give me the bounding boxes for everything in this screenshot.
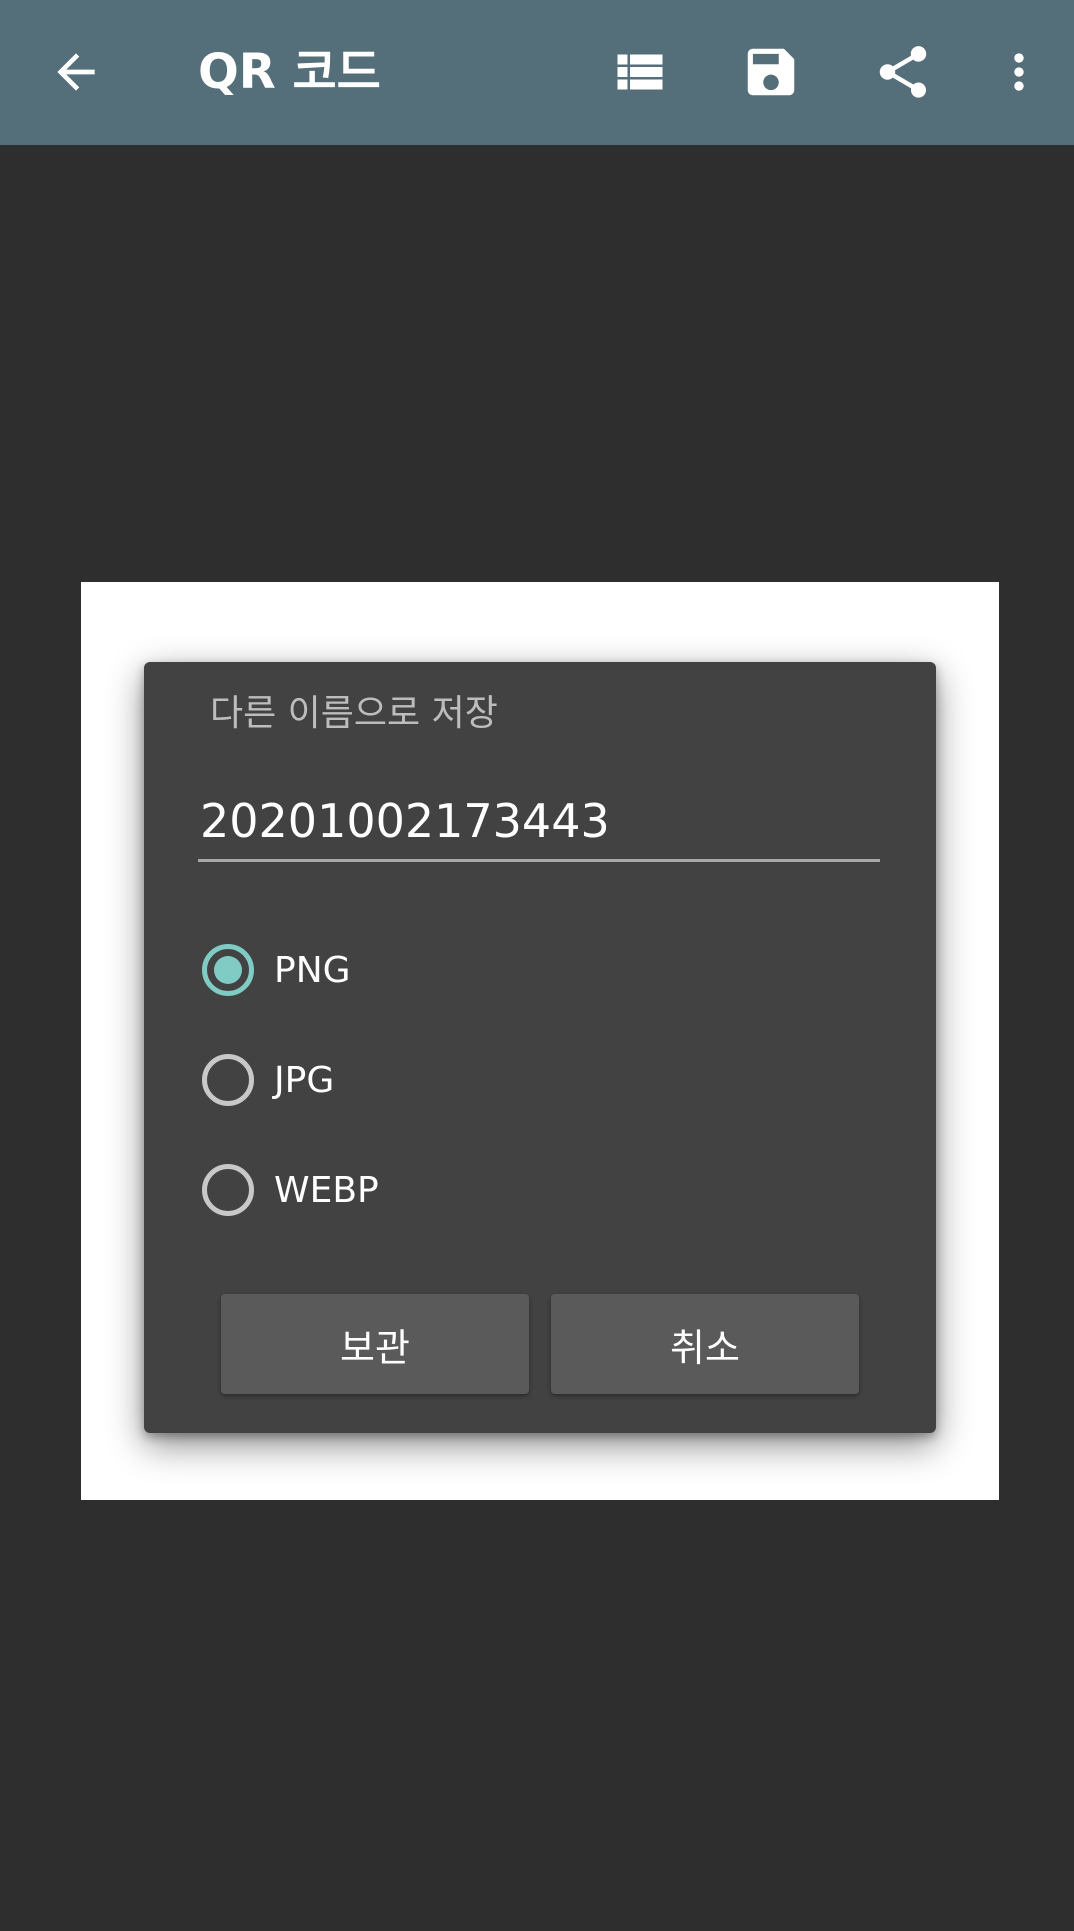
save-icon[interactable] — [735, 36, 807, 108]
share-icon[interactable] — [867, 36, 939, 108]
radio-label-png: PNG — [274, 949, 351, 991]
radio-unchecked-icon — [202, 1054, 254, 1106]
radio-jpg[interactable]: JPG — [202, 1050, 334, 1110]
save-as-dialog: 다른 이름으로 저장 PNG JPG WEBP 보관 취소 — [144, 662, 936, 1433]
save-button[interactable]: 보관 — [221, 1294, 529, 1394]
list-icon[interactable] — [604, 36, 676, 108]
arrow-back-icon[interactable] — [40, 36, 112, 108]
radio-webp[interactable]: WEBP — [202, 1160, 379, 1220]
more-vert-icon[interactable] — [983, 36, 1055, 108]
app-toolbar: QR 코드 — [0, 0, 1074, 145]
radio-label-webp: WEBP — [274, 1169, 379, 1211]
radio-unchecked-icon — [202, 1164, 254, 1216]
filename-input[interactable] — [198, 782, 880, 862]
radio-checked-icon — [202, 944, 254, 996]
dialog-title: 다른 이름으로 저장 — [210, 693, 498, 734]
page-title: QR 코드 — [198, 44, 381, 100]
cancel-button[interactable]: 취소 — [551, 1294, 859, 1394]
radio-png[interactable]: PNG — [202, 940, 351, 1000]
radio-label-jpg: JPG — [274, 1059, 335, 1101]
